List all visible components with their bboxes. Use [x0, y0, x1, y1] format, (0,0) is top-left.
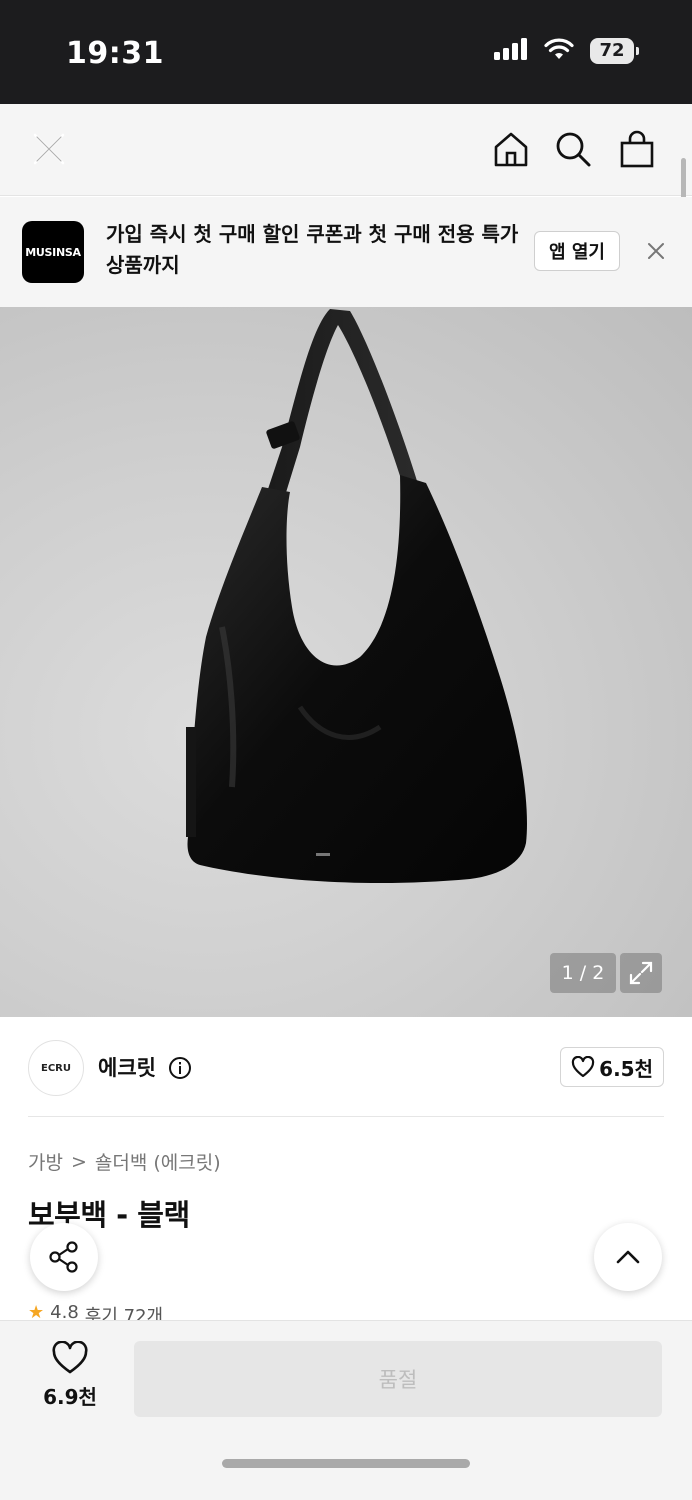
share-icon	[49, 1241, 78, 1273]
open-app-button[interactable]: 앱 열기	[534, 231, 620, 271]
banner-close-button[interactable]	[640, 235, 672, 267]
signal-icon	[494, 38, 528, 64]
heart-icon	[572, 1056, 595, 1078]
close-button[interactable]	[24, 124, 74, 174]
battery-indicator: 72	[590, 38, 639, 64]
search-button[interactable]	[548, 124, 598, 174]
close-icon	[648, 243, 664, 259]
breadcrumb: 가방 > 숄더백 (에크릿)	[28, 1148, 221, 1175]
cart-button[interactable]	[612, 124, 662, 174]
review-count: 후기 72개	[84, 1306, 164, 1320]
rating-row[interactable]: ★ 4.8 후기 72개	[28, 1302, 163, 1320]
brand-like-count: 6.5천	[599, 1056, 653, 1081]
expand-icon	[629, 961, 653, 985]
brand-like-button[interactable]: 6.5천	[560, 1047, 664, 1087]
home-indicator[interactable]	[222, 1459, 470, 1468]
soldout-button[interactable]: 품절	[134, 1341, 662, 1417]
breadcrumb-separator: >	[70, 1150, 87, 1173]
product-photo-black-shoulder-bag	[186, 309, 527, 884]
star-icon: ★	[28, 1302, 45, 1320]
info-icon[interactable]	[168, 1056, 192, 1084]
expand-image-button[interactable]	[620, 953, 662, 993]
wishlist-count: 6.9천	[43, 1385, 97, 1409]
scroll-to-top-button[interactable]	[594, 1223, 662, 1291]
home-icon	[494, 132, 528, 167]
status-bar: 19:31 72	[0, 0, 692, 104]
home-button[interactable]	[486, 124, 536, 174]
wishlist-button[interactable]: 6.9천	[30, 1341, 110, 1421]
breadcrumb-subcategory[interactable]: 숄더백 (에크릿)	[95, 1148, 221, 1175]
brand-name[interactable]: 에크릿	[98, 1052, 156, 1082]
divider	[28, 1116, 664, 1117]
rating-value: 4.8	[50, 1302, 79, 1320]
product-image-gallery[interactable]: 1 / 2	[0, 307, 692, 1017]
bottom-action-bar: 6.9천 품절	[0, 1320, 692, 1500]
search-icon	[556, 132, 591, 167]
brand-row: ECRU 에크릿 6.5천	[28, 1038, 664, 1100]
brand-logo[interactable]: ECRU	[28, 1040, 84, 1096]
status-icons: 72	[494, 38, 639, 64]
shopping-bag-icon	[620, 130, 654, 168]
share-button[interactable]	[30, 1223, 98, 1291]
banner-message: 가입 즉시 첫 구매 할인 쿠폰과 첫 구매 전용 특가 상품까지	[106, 222, 519, 277]
app-install-banner: MUSINSA 가입 즉시 첫 구매 할인 쿠폰과 첫 구매 전용 특가 상품까…	[0, 197, 692, 307]
breadcrumb-category[interactable]: 가방	[28, 1148, 63, 1175]
chevron-up-icon	[616, 1250, 640, 1264]
status-time: 19:31	[66, 36, 164, 71]
top-navigation	[0, 104, 692, 196]
musinsa-logo: MUSINSA	[22, 221, 84, 283]
image-counter: 1 / 2	[550, 953, 616, 993]
wifi-icon	[544, 38, 574, 64]
heart-icon	[52, 1341, 88, 1374]
close-icon	[33, 133, 65, 165]
